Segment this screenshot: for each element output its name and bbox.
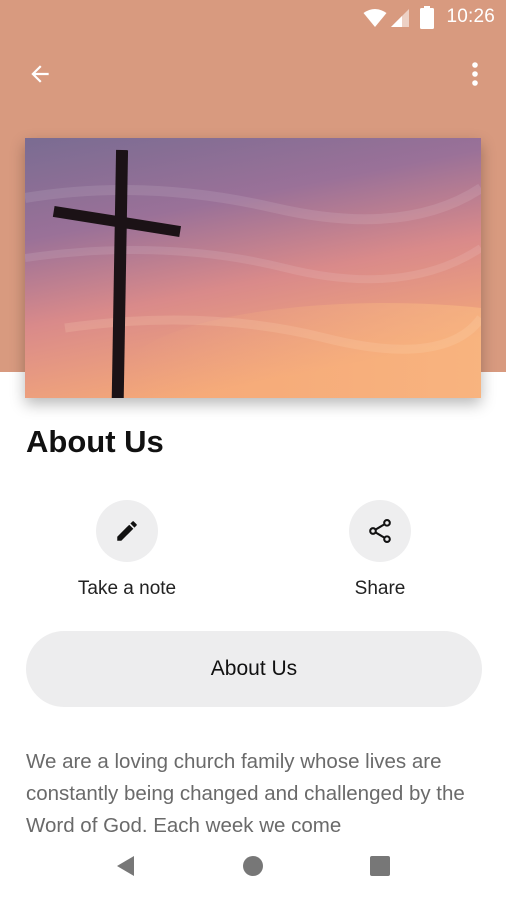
share-label: Share: [354, 578, 406, 599]
back-button[interactable]: [20, 56, 60, 92]
take-note-label: Take a note: [77, 578, 177, 599]
recents-square-icon: [370, 856, 390, 876]
cross-sunset-illustration: [25, 138, 481, 398]
navigation-bar: [0, 834, 506, 900]
cell-signal-icon: [391, 9, 409, 27]
home-circle-icon: [243, 856, 263, 876]
arrow-back-icon: [31, 65, 49, 83]
wifi-icon: [363, 9, 387, 27]
status-time: 10:26: [446, 6, 495, 27]
share-action[interactable]: Share: [300, 500, 460, 600]
status-bar: 10:26: [0, 0, 506, 36]
more-vert-icon: [472, 62, 478, 86]
nav-back-button[interactable]: [104, 848, 148, 884]
overflow-menu-button[interactable]: [460, 56, 490, 92]
share-button[interactable]: [349, 500, 411, 562]
nav-recents-button[interactable]: [358, 848, 402, 884]
pencil-icon: [117, 521, 137, 541]
battery-icon: [420, 6, 434, 29]
back-triangle-icon: [117, 856, 134, 876]
share-icon: [369, 518, 391, 544]
hero-image: [25, 138, 481, 398]
about-us-section-button[interactable]: About Us: [26, 631, 482, 707]
page-title: About Us: [26, 424, 164, 459]
nav-home-button[interactable]: [231, 848, 275, 884]
take-note-action[interactable]: Take a note: [47, 500, 207, 600]
take-note-button[interactable]: [96, 500, 158, 562]
about-body-text: We are a loving church family whose live…: [26, 750, 465, 834]
